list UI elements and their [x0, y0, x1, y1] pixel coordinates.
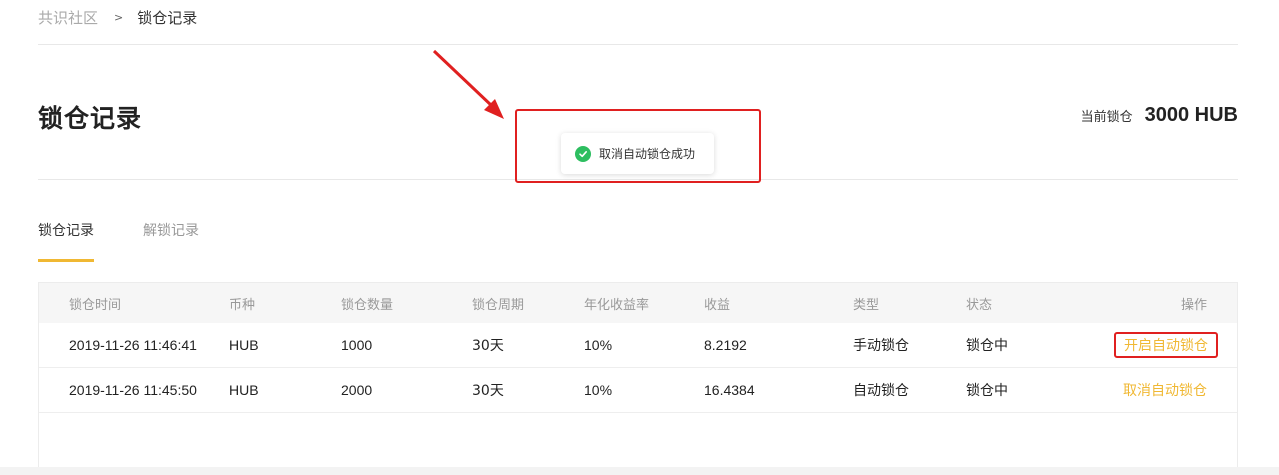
- lock-quantity: 1000: [341, 337, 373, 353]
- lock-period: 30天: [472, 383, 504, 399]
- page-bottom-bar: [0, 467, 1279, 475]
- lock-status: 锁仓中: [966, 338, 1008, 354]
- breadcrumb: 共识社区 > 锁仓记录: [38, 7, 197, 28]
- column-header: 锁仓时间: [69, 297, 122, 313]
- column-header: 收益: [704, 297, 731, 313]
- column-header: 类型: [853, 297, 880, 313]
- enable-auto-lock-button[interactable]: 开启自动锁仓: [1114, 332, 1218, 358]
- column-header: 操作: [1180, 297, 1207, 313]
- annual-rate: 10%: [584, 337, 613, 353]
- breadcrumb-root-link[interactable]: 共识社区: [38, 7, 98, 28]
- page-title: 锁仓记录: [38, 104, 143, 133]
- column-header: 币种: [229, 297, 256, 313]
- lock-period: 30天: [472, 338, 504, 354]
- column-header: 状态: [966, 297, 993, 313]
- annual-rate: 10%: [584, 382, 613, 398]
- profit: 8.2192: [704, 337, 747, 353]
- breadcrumb-current: 锁仓记录: [137, 9, 198, 27]
- annotation-arrow-icon: [432, 49, 504, 119]
- lock-status: 锁仓中: [966, 383, 1008, 399]
- success-toast: 取消自动锁仓成功: [561, 133, 714, 174]
- check-circle-icon: [575, 145, 591, 162]
- lock-time: 2019-11-26 11:46:41: [69, 337, 197, 353]
- lock-records-table: 锁仓时间 币种 锁仓数量 锁仓周期 年化收益率 收益 类型 状态 操作 2019…: [38, 282, 1238, 468]
- tab-unlock-records[interactable]: 解锁记录: [143, 220, 199, 262]
- coin: HUB: [229, 337, 259, 353]
- lock-type: 手动锁仓: [853, 338, 909, 354]
- table-row: 2019-11-26 11:46:41 HUB 1000 30天 10% 8.2…: [39, 323, 1237, 368]
- current-lock-value: 3000 HUB: [1144, 104, 1238, 126]
- breadcrumb-separator: >: [114, 11, 124, 24]
- current-lock-summary: 当前锁仓 3000 HUB: [1081, 104, 1238, 127]
- profit: 16.4384: [704, 382, 755, 398]
- current-lock-label: 当前锁仓: [1080, 110, 1133, 125]
- cancel-auto-lock-button[interactable]: 取消自动锁仓: [1123, 380, 1207, 400]
- table-row: 2019-11-26 11:45:50 HUB 2000 30天 10% 16.…: [39, 368, 1237, 413]
- record-tabs: 锁仓记录 解锁记录: [38, 220, 199, 262]
- header-divider: [38, 44, 1238, 45]
- lock-type: 自动锁仓: [853, 383, 909, 399]
- tab-lock-records[interactable]: 锁仓记录: [38, 220, 94, 262]
- toast-message: 取消自动锁仓成功: [599, 147, 696, 161]
- action-cell: 取消自动锁仓: [1123, 368, 1207, 412]
- action-cell: 开启自动锁仓: [1114, 323, 1218, 367]
- coin: HUB: [229, 382, 259, 398]
- lock-time: 2019-11-26 11:45:50: [69, 382, 197, 398]
- column-header: 锁仓数量: [341, 297, 394, 313]
- table-header: 锁仓时间 币种 锁仓数量 锁仓周期 年化收益率 收益 类型 状态 操作: [39, 283, 1237, 323]
- column-header: 年化收益率: [584, 297, 650, 313]
- column-header: 锁仓周期: [472, 297, 525, 313]
- lock-quantity: 2000: [341, 382, 373, 398]
